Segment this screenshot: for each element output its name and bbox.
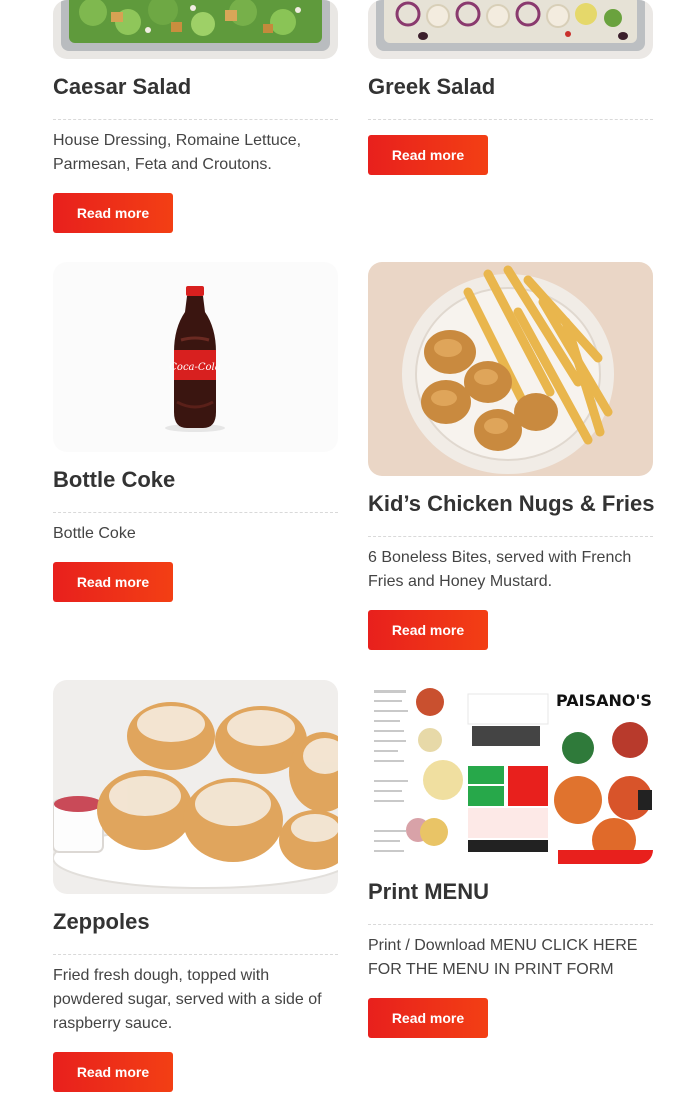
divider bbox=[368, 536, 653, 537]
item-description: Fried fresh dough, topped with powdered … bbox=[53, 967, 322, 1032]
read-more-button[interactable]: Read more bbox=[368, 998, 488, 1038]
item-title[interactable]: Kid’s Chicken Nugs & Fries bbox=[368, 490, 654, 518]
read-more-button[interactable]: Read more bbox=[368, 610, 488, 650]
divider bbox=[53, 119, 338, 120]
item-title[interactable]: Print MENU bbox=[368, 878, 489, 906]
item-title[interactable]: Bottle Coke bbox=[53, 466, 175, 494]
chicken-fries-image[interactable] bbox=[368, 262, 653, 476]
print-menu-image[interactable]: PAISANO'S bbox=[368, 680, 653, 864]
divider bbox=[53, 954, 338, 955]
item-title[interactable]: Caesar Salad bbox=[53, 73, 191, 101]
item-title[interactable]: Greek Salad bbox=[368, 73, 495, 101]
caesar-salad-image[interactable] bbox=[53, 0, 338, 59]
item-description: 6 Boneless Bites, served with French Fri… bbox=[368, 549, 632, 590]
divider bbox=[368, 119, 653, 120]
item-title[interactable]: Zeppoles bbox=[53, 908, 150, 936]
zeppoles-image[interactable] bbox=[53, 680, 338, 894]
bottle-coke-image[interactable]: Coca-Cola bbox=[53, 262, 338, 452]
read-more-button[interactable]: Read more bbox=[368, 135, 488, 175]
coke-label-text: Coca-Cola bbox=[169, 362, 220, 373]
item-description: Bottle Coke bbox=[53, 525, 136, 542]
read-more-button[interactable]: Read more bbox=[53, 193, 173, 233]
greek-salad-image[interactable] bbox=[368, 0, 653, 59]
read-more-button[interactable]: Read more bbox=[53, 1052, 173, 1092]
divider bbox=[368, 924, 653, 925]
item-description: Print / Download MENU CLICK HERE FOR THE… bbox=[368, 937, 638, 978]
item-description: House Dressing, Romaine Lettuce, Parmesa… bbox=[53, 132, 302, 173]
menu-logo-text: PAISANO'S bbox=[556, 691, 652, 710]
read-more-button[interactable]: Read more bbox=[53, 562, 173, 602]
divider bbox=[53, 512, 338, 513]
